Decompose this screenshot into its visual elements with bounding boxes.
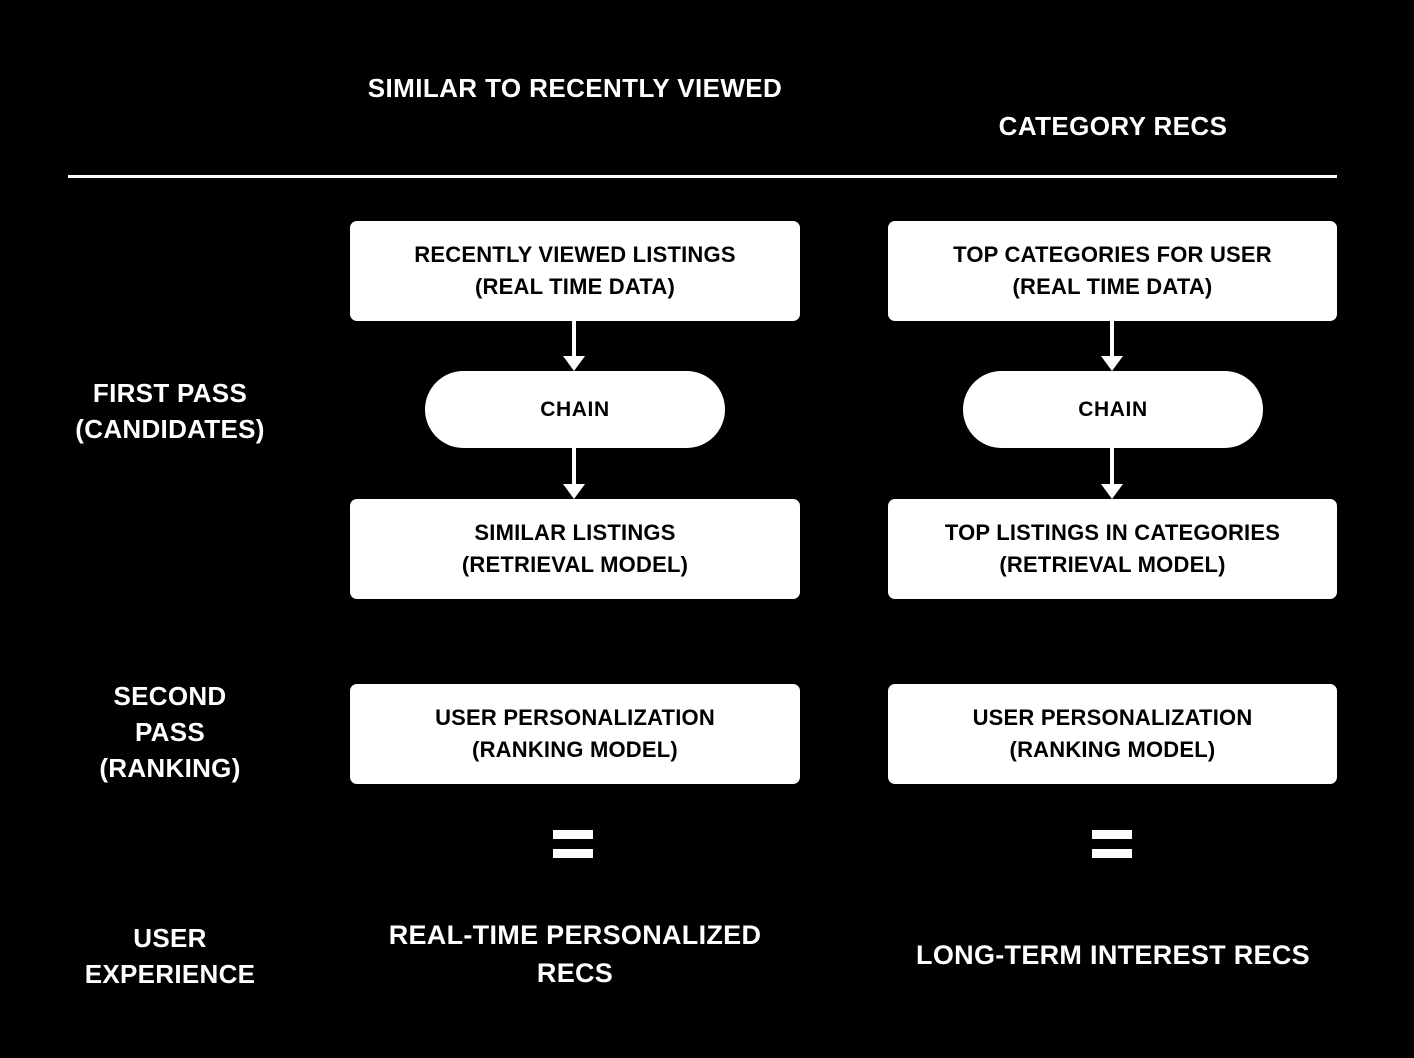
arrow-head — [1101, 356, 1123, 371]
stage-label-second-pass: SECOND PASS (RANKING) — [99, 681, 241, 783]
arrow-down-icon — [1101, 448, 1123, 499]
arrow-down-icon — [563, 448, 585, 499]
arrow-shaft — [1110, 448, 1114, 484]
equals-bar-top — [553, 830, 593, 839]
node-chain-left: CHAIN — [425, 371, 725, 448]
node-top-categories-for-user: TOP CATEGORIES FOR USER (REAL TIME DATA) — [888, 221, 1337, 321]
header-divider-rule — [68, 175, 1337, 178]
arrow-head — [563, 484, 585, 499]
equals-icon-right — [1092, 830, 1132, 860]
node-user-personalization-right: USER PERSONALIZATION (RANKING MODEL) — [888, 684, 1337, 784]
arrow-down-icon — [563, 321, 585, 371]
outcome-real-time-personalized-recs: REAL-TIME PERSONALIZED RECS — [388, 920, 762, 988]
node-top-listings-in-categories: TOP LISTINGS IN CATEGORIES (RETRIEVAL MO… — [888, 499, 1337, 599]
arrow-shaft — [1110, 321, 1114, 356]
node-label: USER PERSONALIZATION (RANKING MODEL) — [435, 705, 715, 762]
equals-bar-bottom — [553, 849, 593, 858]
node-label: USER PERSONALIZATION (RANKING MODEL) — [972, 705, 1253, 762]
outcome-long-term-interest-recs: LONG-TERM INTEREST RECS — [916, 940, 1310, 970]
node-label: TOP CATEGORIES FOR USER (REAL TIME DATA) — [953, 242, 1272, 299]
column-header-similar-to-recently-viewed: SIMILAR TO RECENTLY VIEWED — [367, 73, 783, 103]
node-recently-viewed-listings: RECENTLY VIEWED LISTINGS (REAL TIME DATA… — [350, 221, 800, 321]
node-label: SIMILAR LISTINGS (RETRIEVAL MODEL) — [461, 520, 689, 577]
arrow-head — [1101, 484, 1123, 499]
node-label: CHAIN — [540, 397, 610, 421]
node-chain-right: CHAIN — [963, 371, 1263, 448]
arrow-head — [563, 356, 585, 371]
equals-bar-bottom — [1092, 849, 1132, 858]
arrow-shaft — [572, 321, 576, 356]
node-label: RECENTLY VIEWED LISTINGS (REAL TIME DATA… — [414, 242, 736, 299]
equals-icon-left — [553, 830, 593, 860]
equals-bar-top — [1092, 830, 1132, 839]
stage-label-user-experience: USER EXPERIENCE — [84, 923, 256, 989]
arrow-shaft — [572, 448, 576, 484]
node-label: CHAIN — [1078, 397, 1148, 421]
node-similar-listings: SIMILAR LISTINGS (RETRIEVAL MODEL) — [350, 499, 800, 599]
arrow-down-icon — [1101, 321, 1123, 371]
stage-label-first-pass: FIRST PASS (CANDIDATES) — [75, 378, 265, 444]
node-user-personalization-left: USER PERSONALIZATION (RANKING MODEL) — [350, 684, 800, 784]
node-label: TOP LISTINGS IN CATEGORIES (RETRIEVAL MO… — [944, 520, 1281, 577]
column-header-category-recs: CATEGORY RECS — [998, 111, 1228, 141]
diagram-canvas: SIMILAR TO RECENTLY VIEWED CATEGORY RECS… — [0, 0, 1414, 1058]
